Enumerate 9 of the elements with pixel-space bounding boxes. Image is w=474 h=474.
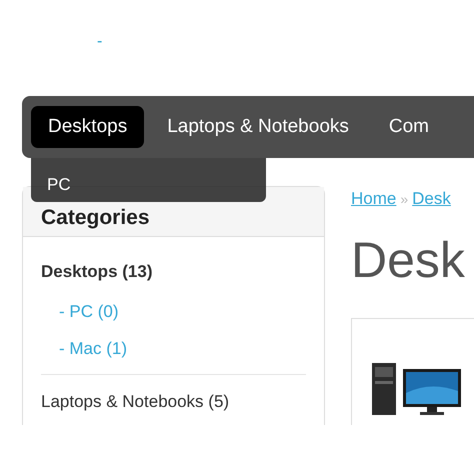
nav-item[interactable]: Com: [372, 106, 446, 148]
category-link[interactable]: Laptops & Notebooks (5): [41, 388, 306, 425]
category-link[interactable]: Desktops (13): [41, 259, 306, 298]
nav-item[interactable]: Desktops: [31, 106, 144, 148]
dropdown-item[interactable]: PC: [47, 175, 71, 194]
nav-item[interactable]: Laptops & Notebooks: [150, 106, 366, 148]
page-heading: Desk: [351, 231, 466, 290]
breadcrumb-separator: »: [400, 191, 408, 207]
card-title: Categories: [41, 206, 150, 229]
